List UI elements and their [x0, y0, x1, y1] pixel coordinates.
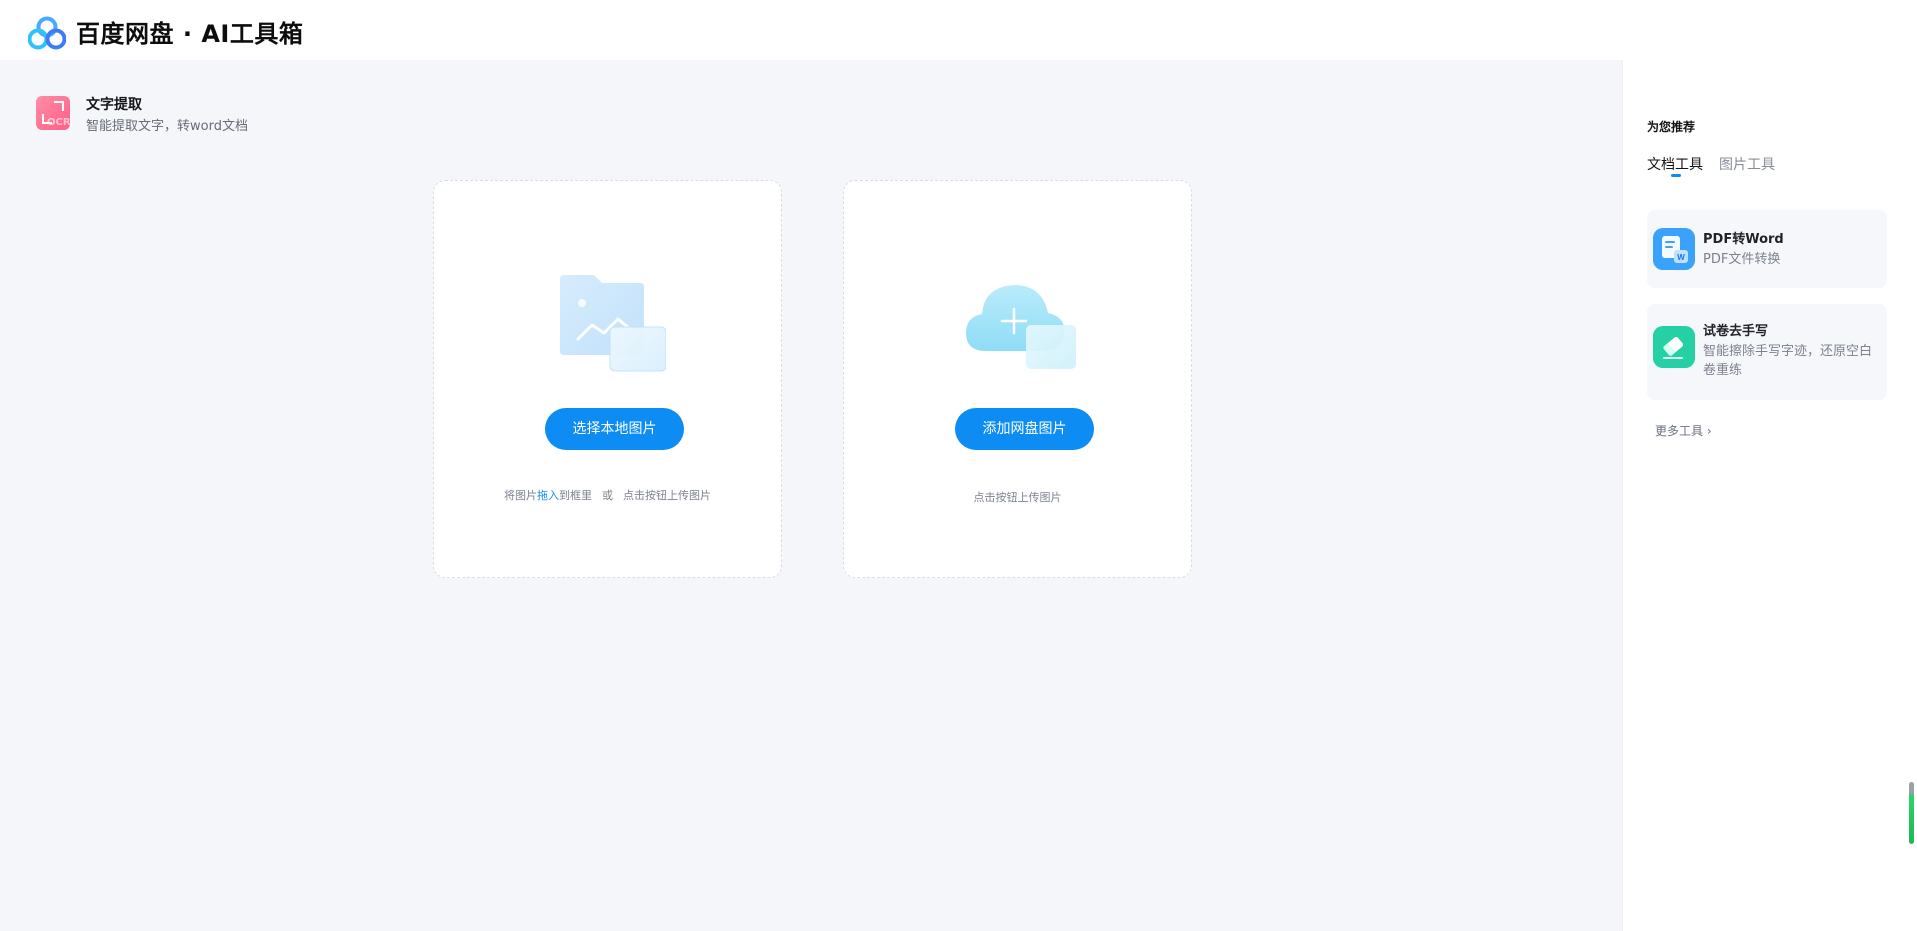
ocr-icon: OCR — [36, 96, 71, 130]
tool-description: 智能提取文字，转word文档 — [86, 119, 248, 134]
recommend-title: 为您推荐 — [1647, 120, 1696, 134]
ocr-icon-text: OCR — [47, 117, 71, 128]
baidu-netdisk-logo[interactable] — [28, 16, 66, 50]
select-local-image-button[interactable]: 选择本地图片 — [545, 408, 684, 450]
recommend-item-description: 智能擦除手写字迹，还原空白卷重练 — [1703, 344, 1873, 378]
recommend-item-remove-handwriting[interactable]: 试卷去手写 智能擦除手写字迹，还原空白卷重练 — [1647, 304, 1887, 400]
cloud-add-icon — [966, 285, 1076, 369]
cloud-upload-card: 添加网盘图片 点击按钮上传图片 — [843, 180, 1192, 578]
recommend-item-title: PDF转Word — [1703, 232, 1784, 247]
header: 百度网盘 · AI工具箱 — [0, 0, 1917, 60]
local-upload-hint: 将图片拖入到框里或点击按钮上传图片 — [504, 489, 711, 502]
cloud-upload-hint: 点击按钮上传图片 — [973, 491, 1062, 504]
active-tab-indicator — [1671, 174, 1681, 177]
recommend-item-title: 试卷去手写 — [1703, 324, 1769, 339]
svg-text:W: W — [1677, 253, 1685, 262]
main-content — [0, 60, 1622, 931]
tab-document-tools[interactable]: 文档工具 — [1647, 154, 1703, 174]
recommend-item-pdf-to-word[interactable]: W PDF转Word PDF文件转换 — [1647, 210, 1887, 288]
tool-title: 文字提取 — [86, 97, 142, 113]
eraser-icon — [1653, 326, 1695, 368]
scroll-indicator[interactable] — [1909, 782, 1914, 844]
pdf-to-word-icon: W — [1653, 228, 1695, 270]
recommend-sidebar: 为您推荐 文档工具 图片工具 W PDF转Word PDF文件转换 试卷去手写 … — [1622, 60, 1917, 931]
app-title: 百度网盘 · AI工具箱 — [76, 20, 304, 48]
more-tools-link[interactable]: 更多工具 › — [1655, 422, 1712, 439]
chevron-right-icon: › — [1706, 424, 1712, 438]
tab-image-tools[interactable]: 图片工具 — [1719, 154, 1775, 174]
recommend-item-description: PDF文件转换 — [1703, 252, 1781, 267]
folder-image-icon — [560, 275, 666, 372]
local-upload-dropzone[interactable]: 选择本地图片 将图片拖入到框里或点击按钮上传图片 — [433, 180, 782, 578]
add-cloud-image-button[interactable]: 添加网盘图片 — [955, 408, 1094, 450]
